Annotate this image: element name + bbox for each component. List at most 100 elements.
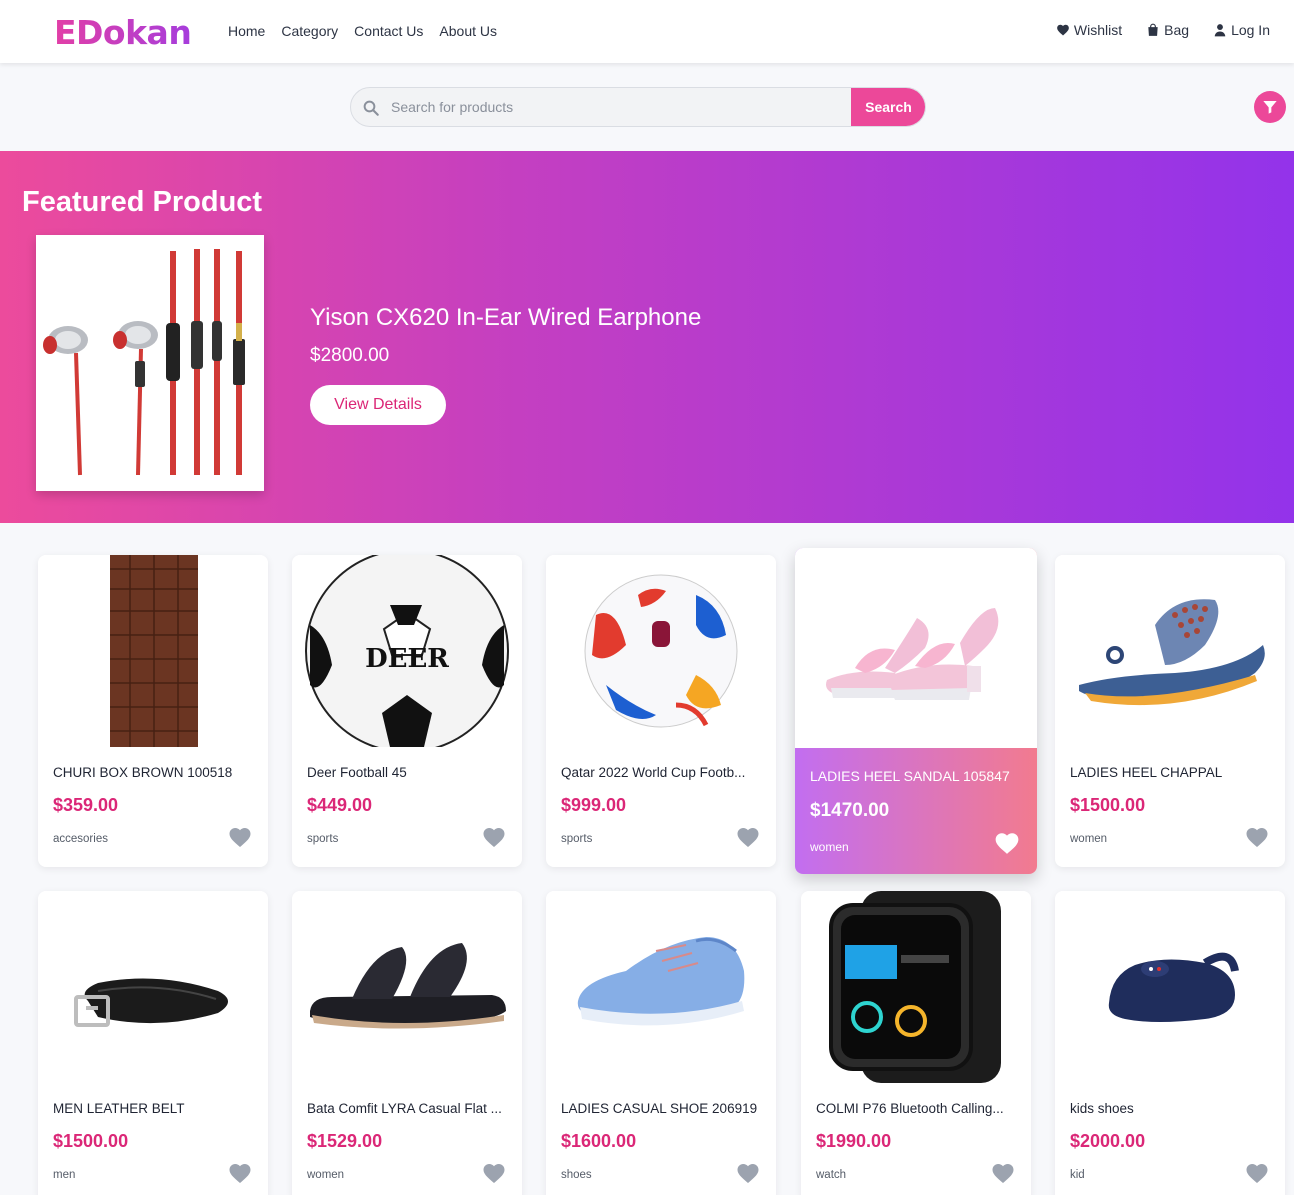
view-details-button[interactable]: View Details [310,385,446,425]
featured-banner: Featured Product Yison CX620 In-Ear Wire… [0,151,1294,523]
featured-product-image[interactable] [36,235,264,491]
product-image [38,555,268,747]
search-button[interactable]: Search [851,88,925,126]
wishlist-heart-icon[interactable] [1245,826,1269,848]
login-link[interactable]: Log In [1213,22,1270,38]
product-category: kid [1070,1169,1085,1181]
smartwatch-image [829,891,1001,1083]
product-image [546,891,776,1083]
search-bar: Search [350,87,926,127]
bag-label: Bag [1164,22,1190,38]
product-category: accesories [53,833,108,845]
wishlist-heart-icon[interactable] [228,826,252,848]
world-cup-ball-image [584,574,738,728]
product-image [801,891,1031,1083]
product-name: LADIES CASUAL SHOE 206919 [561,1101,758,1116]
product-card[interactable]: DEER Deer Football 45 $449.00 sports [292,555,522,867]
product-name: MEN LEATHER BELT [53,1101,185,1116]
product-price: $1500.00 [53,1131,129,1151]
product-name: COLMI P76 Bluetooth Calling... [816,1101,1004,1116]
product-card[interactable]: Bata Comfit LYRA Casual Flat ... $1529.0… [292,891,522,1195]
wishlist-link[interactable]: Wishlist [1056,22,1122,38]
wishlist-heart-icon[interactable] [994,831,1020,855]
product-image [1055,555,1285,747]
product-image: DEER [292,555,522,753]
product-name: kids shoes [1070,1101,1134,1116]
product-name: Qatar 2022 World Cup Footb... [561,765,746,780]
product-name: CHURI BOX BROWN 100518 [53,765,233,780]
heart-icon [1057,24,1069,36]
svg-text:DEER: DEER [365,644,449,674]
product-category: women [1070,833,1108,845]
top-navbar: EDokan Home Category Contact Us About Us… [0,0,1294,63]
product-category: sports [307,833,339,845]
product-category: watch [816,1169,847,1181]
product-image [292,891,522,1083]
wishlist-heart-icon[interactable] [736,826,760,848]
wishlist-heart-icon[interactable] [482,826,506,848]
shopping-bag-icon [1148,23,1158,36]
bag-link[interactable]: Bag [1146,22,1189,38]
soccer-ball-image: DEER [305,555,509,753]
wishlist-heart-icon[interactable] [736,1162,760,1184]
kids-shoe-image [1108,952,1239,1022]
product-price: $1600.00 [561,1131,637,1151]
brand-logo[interactable]: EDokan [54,13,192,52]
nav-home[interactable]: Home [228,23,265,39]
nav-contact-us[interactable]: Contact Us [354,23,423,39]
product-name: LADIES HEEL CHAPPAL [1070,765,1223,780]
wishlist-heart-icon[interactable] [1245,1162,1269,1184]
product-category: women [307,1169,345,1181]
wishlist-heart-icon[interactable] [482,1162,506,1184]
product-image [546,555,776,747]
product-image [795,548,1037,748]
filter-button[interactable] [1254,91,1286,123]
belt-image [74,978,228,1027]
wishlist-heart-icon[interactable] [228,1162,252,1184]
wishlist-heart-icon[interactable] [991,1162,1015,1184]
product-category: shoes [561,1169,592,1181]
leather-strap-image [110,555,198,747]
product-category: women [810,840,849,854]
featured-product-price: $2800.00 [310,345,390,366]
user-icon [1214,24,1226,37]
featured-product-name: Yison CX620 In-Ear Wired Earphone [310,304,702,331]
black-sandal-image [310,943,506,1029]
product-name: Bata Comfit LYRA Casual Flat ... [307,1101,502,1116]
product-price: $359.00 [53,795,119,815]
wishlist-label: Wishlist [1073,22,1123,38]
product-name: LADIES HEEL SANDAL 105847 [810,768,1010,784]
product-price: $2000.00 [1070,1131,1146,1151]
product-price: $1500.00 [1070,795,1146,815]
nav-category[interactable]: Category [281,23,338,39]
product-image [38,891,268,1083]
product-card[interactable]: kids shoes $2000.00 kid [1055,891,1285,1195]
blue-sandal-image [1079,599,1265,706]
product-price: $1529.00 [307,1131,383,1151]
product-name: Deer Football 45 [307,765,407,780]
main-nav: Home Category Contact Us About Us [228,23,497,39]
product-card[interactable]: MEN LEATHER BELT $1500.00 men [38,891,268,1195]
featured-title: Featured Product [22,186,263,218]
product-price: $449.00 [307,795,373,815]
product-card[interactable]: LADIES HEEL CHAPPAL $1500.00 women [1055,555,1285,867]
product-card[interactable]: CHURI BOX BROWN 100518 $359.00 accesorie… [38,555,268,867]
filter-icon [1263,101,1277,114]
product-price: $999.00 [561,795,627,815]
product-card[interactable]: COLMI P76 Bluetooth Calling... $1990.00 … [801,891,1031,1195]
nav-about-us[interactable]: About Us [439,23,497,39]
product-price: $1470.00 [810,800,890,821]
pink-sandal-image [826,608,999,700]
earphones-image [43,249,245,476]
search-icon [363,100,379,116]
product-card[interactable]: LADIES CASUAL SHOE 206919 $1600.00 shoes [546,891,776,1195]
product-card[interactable]: Qatar 2022 World Cup Footb... $999.00 sp… [546,555,776,867]
product-category: sports [561,833,593,845]
login-label: Log In [1231,22,1270,38]
header-actions: Wishlist Bag Log In [1056,22,1270,38]
blue-sneaker-image [577,937,745,1026]
product-card-highlighted[interactable]: LADIES HEEL SANDAL 105847 $1470.00 women [795,548,1037,874]
search-input[interactable] [391,88,851,126]
product-price: $1990.00 [816,1131,892,1151]
product-image [1055,891,1285,1083]
